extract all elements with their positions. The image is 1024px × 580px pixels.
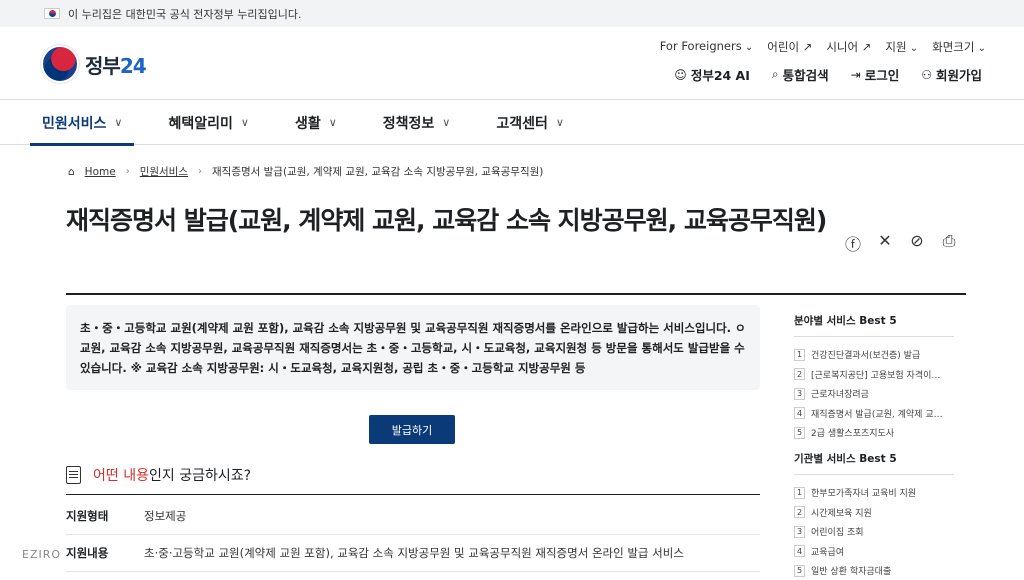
breadcrumb: ⌂ Home › 민원서비스 › 재직증명서 발급(교원, 계약제 교원, 교육… — [68, 164, 543, 179]
x-twitter-icon[interactable]: ✕ — [877, 231, 893, 255]
util-for-foreigners[interactable]: For Foreigners — [660, 39, 754, 55]
service-summary: 초・중・고등학교 교원(계약제 교원 포함), 교육감 소속 지방공무원 및 교… — [66, 305, 760, 390]
info-key: 지원내용 — [66, 546, 109, 560]
search-icon: ⌕ — [771, 67, 779, 81]
info-row-support-content: 지원내용 초·중·고등학교 교원(계약제 교원 포함), 교육감 소속 지방공무… — [66, 535, 760, 572]
list-item[interactable]: 3 어린이집 조회 — [794, 522, 954, 542]
nav-benefits[interactable]: 혜택알리미 ∨ — [168, 100, 248, 145]
site-header: 정부24 For Foreigners 어린이 ↗ 시니어 ↗ 지원 화면크기 … — [0, 27, 1024, 100]
info-key: 지원형태 — [66, 509, 109, 523]
nav-policy[interactable]: 정책정보 ∨ — [383, 100, 451, 145]
nav-life[interactable]: 생활 ∨ — [295, 100, 337, 145]
external-link-icon: ↗ — [861, 40, 872, 54]
header-actions: ☺ 정부24 AI ⌕ 통합검색 ⇥ 로그인 ⚇ 회원가입 — [674, 65, 982, 84]
list-item[interactable]: 3 근로자녀장려금 — [794, 384, 954, 404]
ai-icon: ☺ — [674, 67, 687, 82]
org-best5-panel: 기관별 서비스 Best 5 1 한부모가족자녀 교육비 지원 2 시간제보육 지원… — [794, 451, 954, 580]
main-nav: 민원서비스 ∨ 혜택알리미 ∨ 생활 ∨ 정책정보 ∨ 고객센터 ∨ — [0, 100, 1024, 146]
banner-text: 이 누리집은 대한민국 공식 전자정부 누리집입니다. — [68, 7, 302, 21]
list-item[interactable]: 1 한부모가족자녀 교육비 지원 — [794, 483, 954, 503]
list-item[interactable]: 2 [근로복지공단] 고용보험 자격이… — [794, 365, 954, 385]
breadcrumb-current: 재직증명서 발급(교원, 계약제 교원, 교육감 소속 지방공무원, 교육공무직… — [212, 166, 544, 178]
share-tools: ⓕ ✕ ⊘ ⎙ — [845, 231, 957, 255]
chevron-down-icon: ∨ — [555, 116, 564, 129]
util-screen-size[interactable]: 화면크기 — [932, 39, 986, 55]
org-best5-title: 기관별 서비스 Best 5 — [794, 451, 954, 475]
list-item[interactable]: 1 건강진단결과서(보건증) 발급 — [794, 345, 954, 365]
home-icon: ⌂ — [68, 165, 75, 178]
chevron-down-icon: ∨ — [442, 116, 451, 129]
external-link-icon: ↗ — [802, 40, 813, 54]
apply-button[interactable]: 발급하기 — [369, 415, 455, 444]
watermark: EZIRO — [22, 548, 62, 561]
question-text: 어떤 내용인지 궁금하시죠? — [93, 468, 252, 484]
search-button[interactable]: ⌕ 통합검색 — [772, 65, 829, 84]
breadcrumb-civil-service[interactable]: 민원서비스 — [140, 164, 188, 179]
util-children[interactable]: 어린이 ↗ — [767, 39, 812, 55]
document-icon — [66, 466, 81, 484]
list-item[interactable]: 5 2급 생활스포츠지도사 — [794, 423, 954, 443]
taegeuk-logo-icon — [41, 45, 79, 83]
logo-text: 정부24 — [85, 53, 147, 78]
login-button[interactable]: ⇥ 로그인 — [851, 65, 900, 84]
gov24-logo[interactable]: 정부24 — [41, 45, 147, 83]
list-item[interactable]: 4 재직증명서 발급(교원, 계약제 교… — [794, 404, 954, 424]
chevron-right-icon: › — [198, 166, 202, 177]
field-best5-panel: 분야별 서비스 Best 5 1 건강진단결과서(보건증) 발급 2 [근로복지공단… — [794, 313, 954, 443]
chevron-down-icon: ∨ — [240, 116, 249, 129]
list-item[interactable]: 4 교육급여 — [794, 542, 954, 562]
question-divider — [66, 494, 760, 495]
info-row-support-type: 지원형태 정보제공 — [66, 498, 760, 535]
info-value: 초·중·고등학교 교원(계약제 교원 포함), 교육감 소속 지방공무원 및 교… — [144, 546, 684, 560]
korea-flag-icon — [44, 8, 60, 19]
official-site-banner: 이 누리집은 대한민국 공식 전자정부 누리집입니다. — [0, 0, 1024, 27]
join-button[interactable]: ⚇ 회원가입 — [921, 65, 982, 84]
utility-links: For Foreigners 어린이 ↗ 시니어 ↗ 지원 화면크기 — [660, 39, 986, 55]
link-copy-icon[interactable]: ⊘ — [909, 231, 925, 255]
question-heading: 어떤 내용인지 궁금하시죠? — [66, 465, 251, 485]
nav-customer-center[interactable]: 고객센터 ∨ — [496, 100, 564, 145]
page-title: 재직증명서 발급(교원, 계약제 교원, 교육감 소속 지방공무원, 교육공무직… — [66, 206, 827, 235]
gov24-ai-button[interactable]: ☺ 정부24 AI — [674, 65, 750, 84]
chevron-down-icon: ∨ — [328, 116, 337, 129]
list-item[interactable]: 5 일반 상환 학자금대출 — [794, 561, 954, 580]
nav-civil-service[interactable]: 민원서비스 ∨ — [29, 100, 136, 146]
util-senior[interactable]: 시니어 ↗ — [826, 39, 871, 55]
login-icon: ⇥ — [850, 67, 861, 82]
util-support[interactable]: 지원 — [885, 39, 918, 55]
print-icon[interactable]: ⎙ — [941, 231, 957, 255]
join-icon: ⚇ — [921, 67, 932, 82]
breadcrumb-home[interactable]: Home — [85, 166, 116, 178]
title-divider — [66, 293, 966, 295]
facebook-icon[interactable]: ⓕ — [845, 231, 861, 255]
info-value: 정보제공 — [144, 509, 187, 523]
field-best5-title: 분야별 서비스 Best 5 — [794, 313, 954, 337]
chevron-right-icon: › — [125, 166, 130, 177]
list-item[interactable]: 2 시간제보육 지원 — [794, 503, 954, 523]
chevron-down-icon: ∨ — [114, 116, 123, 129]
